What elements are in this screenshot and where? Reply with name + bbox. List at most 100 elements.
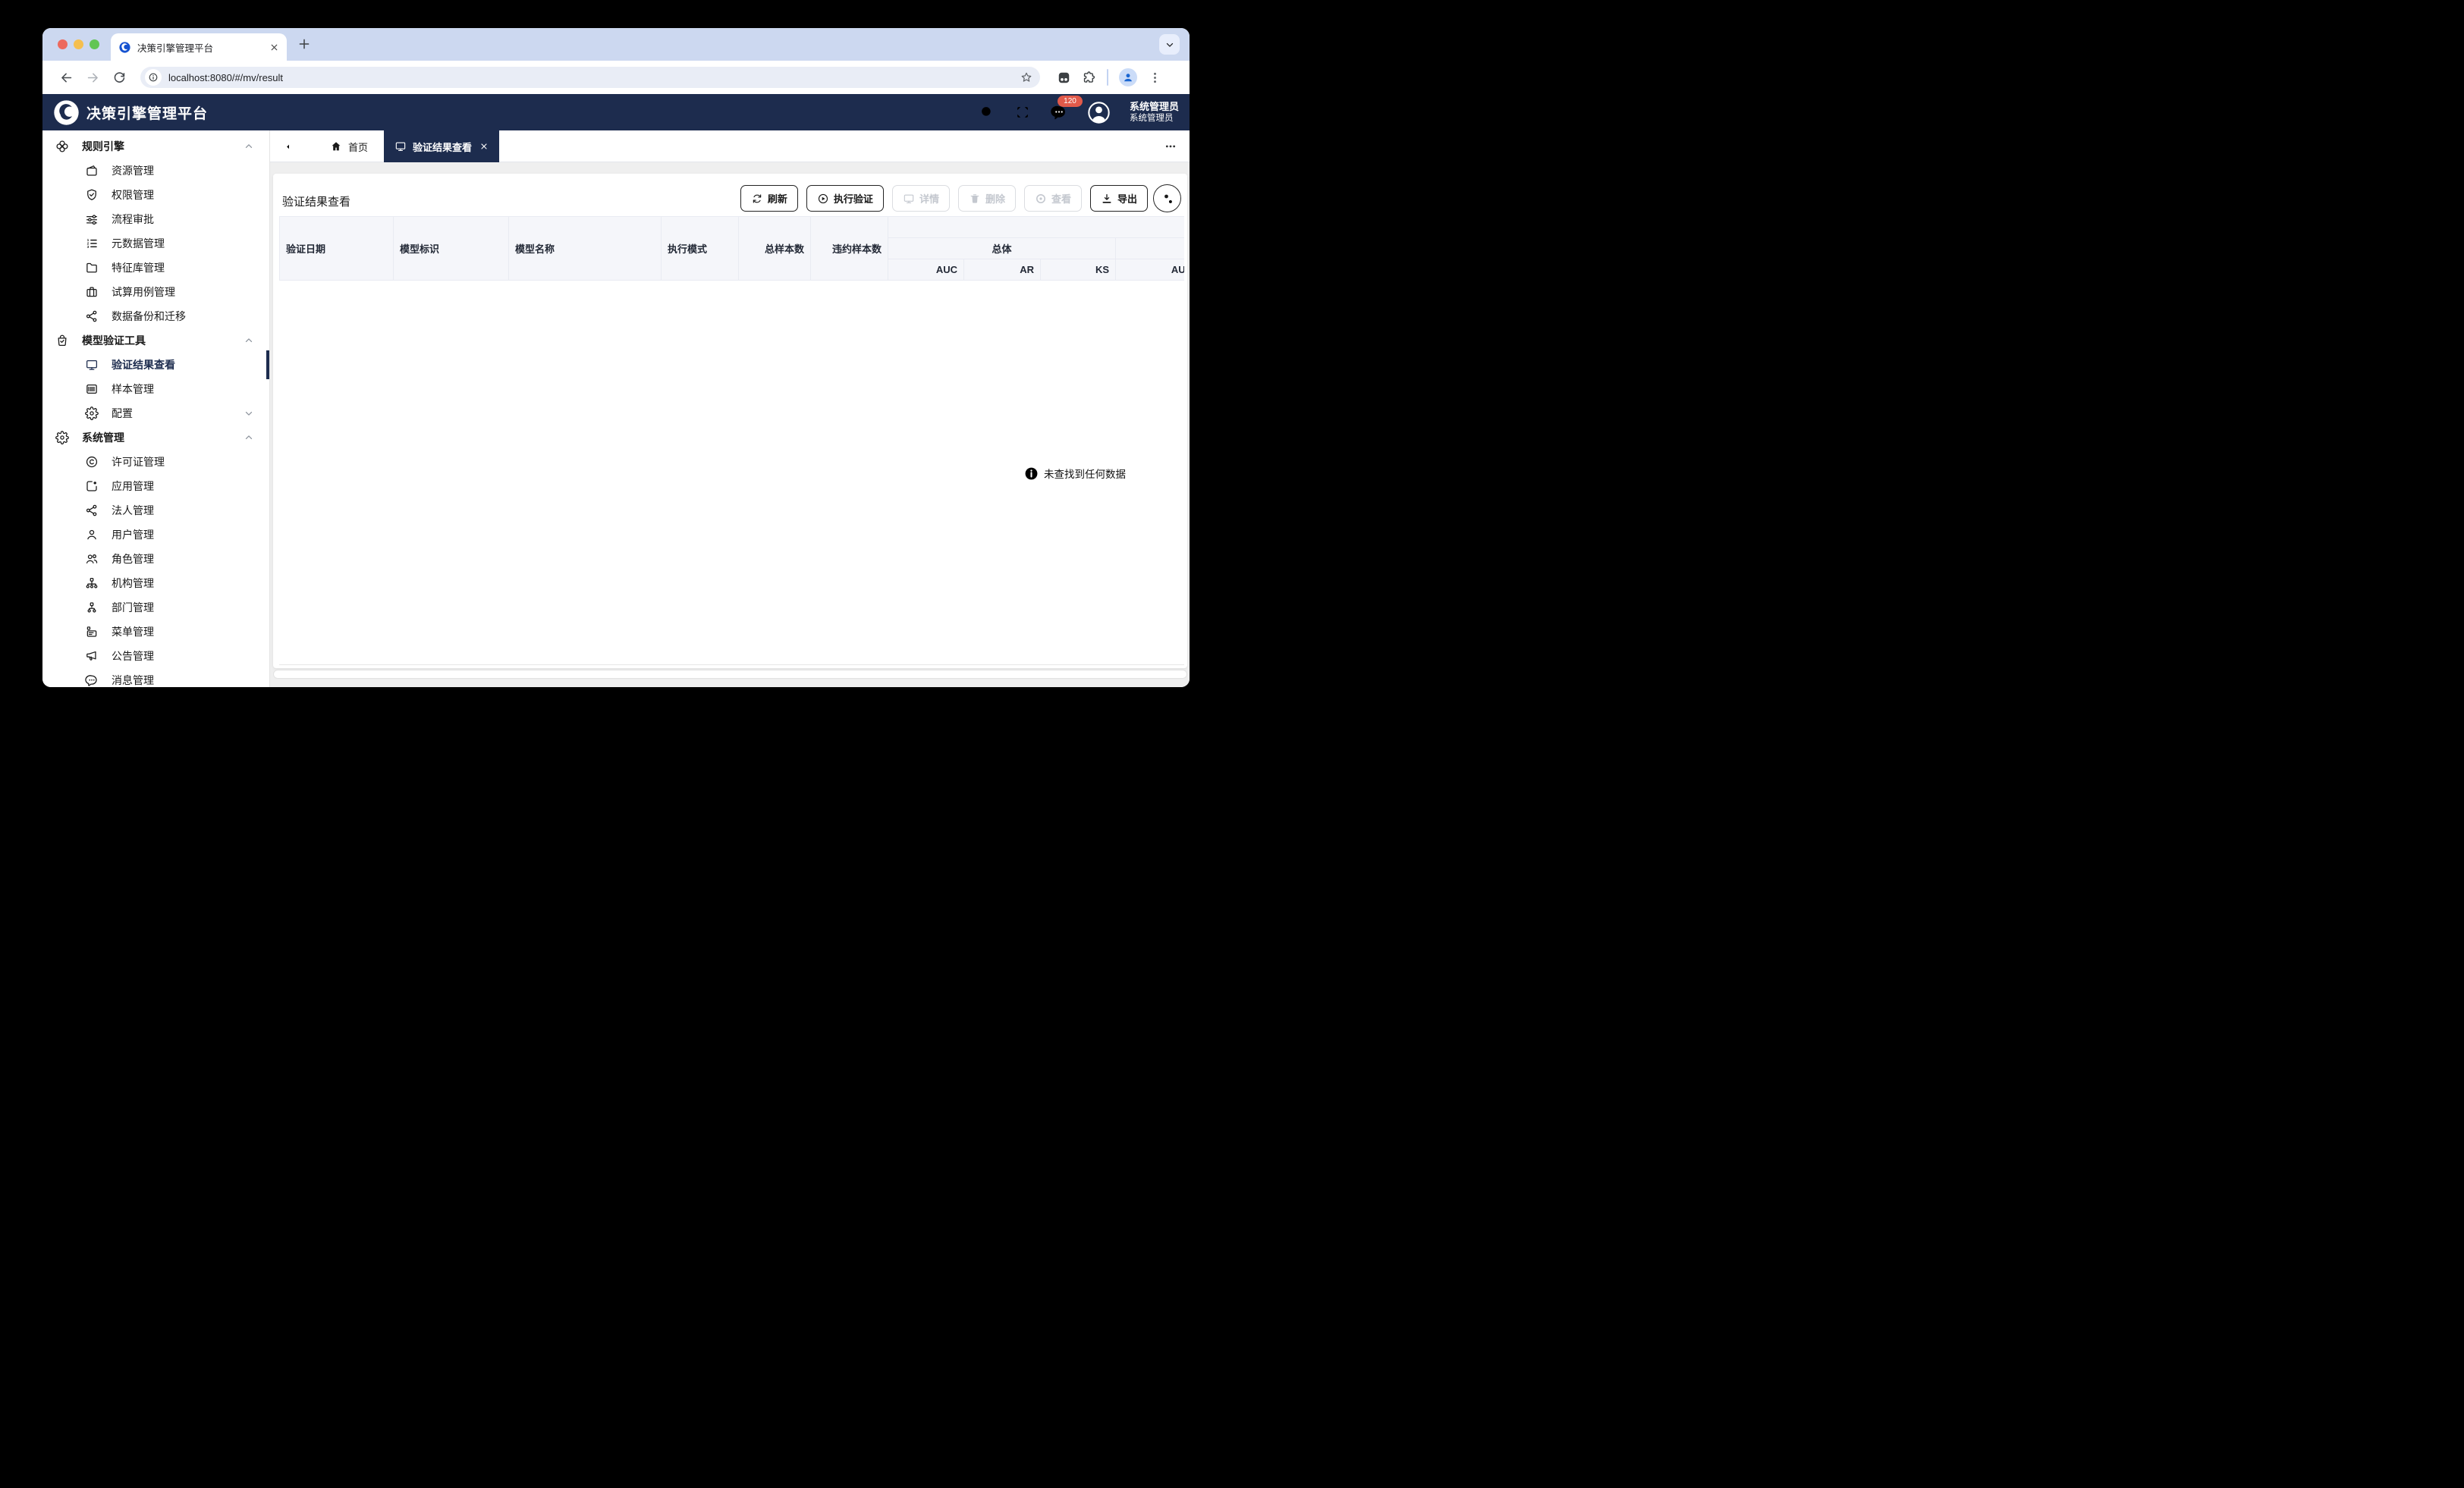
share-icon xyxy=(85,309,99,323)
shield-check-icon xyxy=(85,188,99,202)
app-icon xyxy=(85,479,99,493)
messages-button[interactable]: 120 xyxy=(1050,103,1068,121)
user-info[interactable]: 系统管理员 系统管理员 xyxy=(1130,101,1179,124)
search-icon[interactable] xyxy=(979,104,995,121)
screen: 决策引擎管理平台 localhost:8080/#/mv/result xyxy=(0,0,1232,744)
bag-check-icon xyxy=(55,334,69,347)
org-small-icon xyxy=(85,601,99,614)
sidebar-item-license-management[interactable]: 许可证管理 xyxy=(42,450,269,474)
user-settings-button[interactable] xyxy=(1153,184,1181,212)
monitor-icon xyxy=(85,358,99,372)
browser-menu-icon[interactable] xyxy=(1148,71,1162,85)
browser-profile-avatar[interactable] xyxy=(1119,68,1137,86)
page-tabbar: 首页 验证结果查看 xyxy=(270,130,1190,162)
users-icon xyxy=(85,552,99,566)
zoom-window-button[interactable] xyxy=(90,39,99,49)
sidebar-item-validation-result-view[interactable]: 验证结果查看 xyxy=(42,353,269,377)
tab-search-button[interactable] xyxy=(1159,34,1180,55)
sidebar-item-process-approval[interactable]: 流程审批 xyxy=(42,207,269,231)
active-indicator xyxy=(266,350,269,379)
browser-actions xyxy=(1057,68,1162,86)
horizontal-scrollbar-track[interactable] xyxy=(273,670,1187,679)
sidebar-group-system-management[interactable]: 系统管理 xyxy=(42,425,269,450)
col-validation-date: 验证日期 xyxy=(280,217,394,281)
col-model-name: 模型名称 xyxy=(509,217,662,281)
minimize-window-button[interactable] xyxy=(74,39,83,49)
result-card: 验证结果查看 刷新执行验证详情删除查看导出 验证日期模型标识模型名称执行模式总样… xyxy=(273,174,1187,668)
divider xyxy=(1107,69,1108,86)
tab-home[interactable]: 首页 xyxy=(314,130,384,162)
fullscreen-icon[interactable] xyxy=(1014,104,1031,121)
sidebar-item-menu-management[interactable]: 菜单管理 xyxy=(42,620,269,644)
chevron-up-icon xyxy=(244,141,254,152)
reload-button[interactable] xyxy=(112,71,127,85)
sidebar-item-message-management[interactable]: 消息管理 xyxy=(42,668,269,687)
favicon-swirl-icon xyxy=(118,41,131,54)
chat-dots-icon xyxy=(85,673,99,687)
empty-text: 未查找到任何数据 xyxy=(1044,466,1126,481)
chevron-down-icon xyxy=(1164,39,1175,50)
tab-options-menu[interactable] xyxy=(1162,140,1179,152)
gear-icon xyxy=(55,431,69,444)
sidebar-item-role-management[interactable]: 角色管理 xyxy=(42,547,269,571)
extensions-puzzle-icon[interactable] xyxy=(1082,71,1096,85)
home-icon xyxy=(330,140,342,152)
forward-button[interactable] xyxy=(86,71,100,85)
chevron-down-icon xyxy=(244,408,254,419)
new-tab-button[interactable] xyxy=(297,37,311,51)
sidebar-item-legal-entity-management[interactable]: 法人管理 xyxy=(42,498,269,523)
monitor-icon xyxy=(903,193,915,205)
tab-validation-result[interactable]: 验证结果查看 xyxy=(384,130,499,162)
sidebar-item-announcement-management[interactable]: 公告管理 xyxy=(42,644,269,668)
sidebar-item-permission-management[interactable]: 权限管理 xyxy=(42,183,269,207)
execute-validation-button[interactable]: 执行验证 xyxy=(806,185,884,212)
sidebar-item-organization-management[interactable]: 机构管理 xyxy=(42,571,269,595)
sidebar-item-department-management[interactable]: 部门管理 xyxy=(42,595,269,620)
toolbar: 刷新执行验证详情删除查看导出 xyxy=(740,184,1181,212)
sidebar-item-sample-management[interactable]: 样本管理 xyxy=(42,377,269,401)
page-title: 验证结果查看 xyxy=(282,193,350,209)
url-bar[interactable]: localhost:8080/#/mv/result xyxy=(140,67,1040,88)
view-button: 查看 xyxy=(1024,185,1082,212)
bookmark-star-icon[interactable] xyxy=(1020,71,1032,83)
close-tab-icon[interactable] xyxy=(269,42,279,52)
browser-tab-title: 决策引擎管理平台 xyxy=(137,40,263,55)
col-overall-auc: AUC xyxy=(888,259,964,281)
menu-card-icon xyxy=(85,625,99,639)
sidebar-group-rule-engine[interactable]: 规则引擎 xyxy=(42,134,269,159)
col-next-auc: AUC xyxy=(1116,259,1185,281)
chevron-up-icon xyxy=(244,432,254,443)
refresh-icon xyxy=(751,193,763,205)
sidebar-group-model-validation-tools[interactable]: 模型验证工具 xyxy=(42,328,269,353)
share-icon xyxy=(85,504,99,517)
play-circle-icon xyxy=(817,193,829,205)
close-window-button[interactable] xyxy=(58,39,68,49)
back-button[interactable] xyxy=(59,71,74,85)
table-body: 未查找到任何数据 xyxy=(279,281,1184,665)
extension-dark-icon[interactable] xyxy=(1057,71,1071,85)
gear-icon xyxy=(85,407,99,420)
tab-validation-result-label: 验证结果查看 xyxy=(413,140,472,154)
browser-tab[interactable]: 决策引擎管理平台 xyxy=(111,33,287,61)
collapse-sidebar-icon[interactable] xyxy=(284,140,299,154)
sidebar-item-metadata-management[interactable]: 元数据管理 xyxy=(42,231,269,256)
sidebar-item-user-management[interactable]: 用户管理 xyxy=(42,523,269,547)
org-icon xyxy=(85,576,99,590)
sidebar-item-feature-library-management[interactable]: 特征库管理 xyxy=(42,256,269,280)
sidebar-item-application-management[interactable]: 应用管理 xyxy=(42,474,269,498)
refresh-button[interactable]: 刷新 xyxy=(740,185,798,212)
user-icon xyxy=(85,528,99,542)
sidebar-item-configuration[interactable]: 配置 xyxy=(42,401,269,425)
sidebar-item-trial-case-management[interactable]: 试算用例管理 xyxy=(42,280,269,304)
details-button: 详情 xyxy=(892,185,950,212)
header-actions: 120 系统管理员 系统管理员 xyxy=(979,94,1179,130)
export-button[interactable]: 导出 xyxy=(1090,185,1148,212)
empty-state: 未查找到任何数据 xyxy=(1024,466,1126,481)
sidebar-item-resource-management[interactable]: 资源管理 xyxy=(42,159,269,183)
content-area: 首页 验证结果查看 验证结果查看 刷新执行验证详情删除查看导出 xyxy=(270,130,1190,687)
site-info-icon[interactable] xyxy=(145,69,162,86)
col-total-samples: 总样本数 xyxy=(739,217,811,281)
user-avatar[interactable] xyxy=(1087,101,1111,124)
close-tab-icon[interactable] xyxy=(479,142,489,151)
sidebar-item-data-backup-migration[interactable]: 数据备份和迁移 xyxy=(42,304,269,328)
